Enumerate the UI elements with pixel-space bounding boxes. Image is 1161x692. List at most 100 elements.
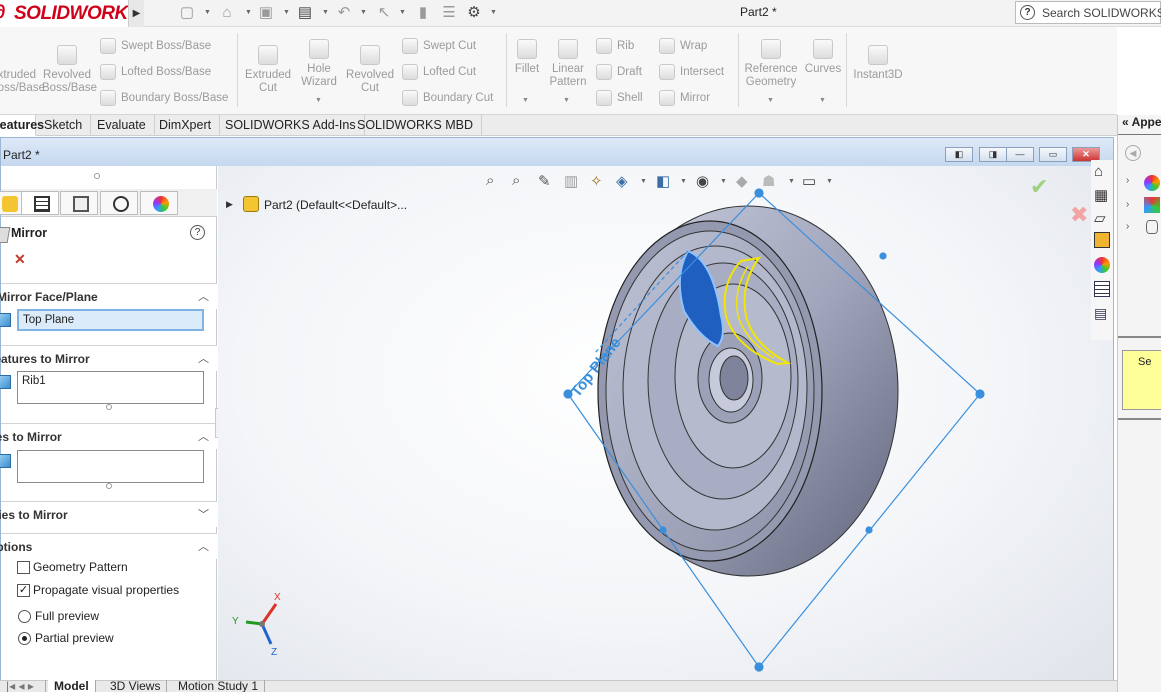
rib-button[interactable]: Rib xyxy=(596,38,634,54)
tile-right-icon[interactable]: ◨ xyxy=(979,147,1007,162)
view-palette-icon[interactable] xyxy=(1094,232,1110,248)
select-dropdown-icon[interactable]: ▼ xyxy=(399,9,406,16)
section-features-to-mirror[interactable]: Features to Mirror ︿ xyxy=(0,345,217,371)
shell-button[interactable]: Shell xyxy=(596,90,643,106)
wrap-button[interactable]: Wrap xyxy=(659,38,707,54)
hole-wizard-button[interactable]: Hole Wizard xyxy=(296,39,342,89)
section-faces-to-mirror[interactable]: Faces to Mirror ︿ xyxy=(0,423,217,449)
section-options[interactable]: Options ︿ xyxy=(0,533,217,559)
tab-evaluate[interactable]: Evaluate xyxy=(89,115,155,136)
search-help-input[interactable]: ? Search SOLIDWORKS Help xyxy=(1015,1,1161,24)
swept-boss-button[interactable]: Swept Boss/Base xyxy=(100,38,211,54)
home-icon[interactable]: ⌂ xyxy=(1094,163,1103,180)
collapse-chevron-icon[interactable]: ︿ xyxy=(198,350,209,366)
property-manager-tab[interactable] xyxy=(21,191,59,215)
select-icon[interactable]: ↖ xyxy=(375,4,393,22)
partial-preview-radio[interactable] xyxy=(18,632,31,645)
fillet-dropdown-icon[interactable]: ▼ xyxy=(522,97,529,104)
options-dropdown-icon[interactable]: ▼ xyxy=(490,9,497,16)
tab-sketch[interactable]: Sketch xyxy=(36,115,92,136)
geometry-pattern-checkbox[interactable] xyxy=(17,561,30,574)
mirror-plane-field[interactable]: Top Plane xyxy=(17,309,204,331)
rebuild-icon[interactable]: ▮ xyxy=(414,4,432,22)
boundary-cut-button[interactable]: Boundary Cut xyxy=(402,90,493,106)
options-gear-icon[interactable]: ⚙ xyxy=(465,4,483,22)
solidworks-logo[interactable]: ∂ SOLIDWORKS xyxy=(0,0,140,27)
model-canvas[interactable]: Top Plane X Y Z xyxy=(218,166,1113,691)
task-pane-header[interactable]: « Appearances xyxy=(1122,115,1161,129)
tab-scroll-arrows-icon[interactable]: |◂ ◂ ▸ xyxy=(0,680,46,692)
print-dropdown-icon[interactable]: ▼ xyxy=(322,9,329,16)
lofted-boss-button[interactable]: Lofted Boss/Base xyxy=(100,64,211,80)
revolved-boss-button[interactable]: Revolved Boss/Base xyxy=(42,45,97,95)
linear-pattern-dropdown-icon[interactable]: ▼ xyxy=(563,97,570,104)
reference-geometry-button[interactable]: Reference Geometry xyxy=(742,39,800,89)
swept-cut-button[interactable]: Swept Cut xyxy=(402,38,476,54)
hole-wizard-dropdown-icon[interactable]: ▼ xyxy=(315,97,322,104)
help-icon[interactable]: ? xyxy=(190,225,205,240)
expand-icon[interactable]: › xyxy=(1126,199,1129,210)
intersect-button[interactable]: Intersect xyxy=(659,64,724,80)
propagate-visual-checkbox[interactable]: ✓ xyxy=(17,584,30,597)
expand-icon[interactable]: › xyxy=(1126,175,1129,186)
tab-mbd[interactable]: SOLIDWORKS MBD xyxy=(349,115,482,136)
tab-model[interactable]: Model xyxy=(48,680,96,692)
file-explorer-icon[interactable]: ▱ xyxy=(1094,209,1106,227)
section-mirror-face-plane[interactable]: Mirror Face/Plane ︿ xyxy=(0,283,217,309)
tab-addins[interactable]: SOLIDWORKS Add-Ins xyxy=(217,115,365,136)
save-dropdown-icon[interactable]: ▼ xyxy=(283,9,290,16)
splitter-handle-icon[interactable] xyxy=(94,173,100,179)
lofted-cut-button[interactable]: Lofted Cut xyxy=(402,64,476,80)
new-document-icon[interactable]: ▢ xyxy=(178,4,196,22)
scenes-icon[interactable] xyxy=(1144,197,1160,213)
extruded-cut-button[interactable]: Extruded Cut xyxy=(242,45,294,95)
instant3d-button[interactable]: Instant3D xyxy=(850,45,906,82)
collapse-chevron-icon[interactable]: ︿ xyxy=(198,288,209,304)
file-properties-icon[interactable]: ☰ xyxy=(440,4,458,22)
revolved-cut-button[interactable]: Revolved Cut xyxy=(344,45,396,95)
resize-handle-icon[interactable] xyxy=(106,404,112,410)
wheel-part[interactable] xyxy=(597,205,899,577)
decals-icon[interactable] xyxy=(1146,220,1158,234)
cancel-x-icon[interactable]: ✕ xyxy=(14,251,26,268)
appearances-icon[interactable] xyxy=(1144,175,1160,191)
appearances-tab-icon[interactable] xyxy=(1094,257,1110,273)
full-preview-radio[interactable] xyxy=(18,610,31,623)
reference-geometry-dropdown-icon[interactable]: ▼ xyxy=(767,97,774,104)
custom-properties-icon[interactable] xyxy=(1094,281,1110,297)
dimxpert-manager-tab[interactable] xyxy=(100,191,138,215)
print-icon[interactable]: ▤ xyxy=(296,4,314,22)
back-icon[interactable]: ◀ xyxy=(1125,145,1141,161)
resize-handle-icon[interactable] xyxy=(106,483,112,489)
new-dropdown-icon[interactable]: ▼ xyxy=(204,9,211,16)
tab-dimxpert[interactable]: DimXpert xyxy=(151,115,221,136)
faces-to-mirror-list[interactable] xyxy=(17,450,204,483)
fillet-button[interactable]: Fillet xyxy=(510,39,544,76)
open-dropdown-icon[interactable]: ▼ xyxy=(245,9,252,16)
tab-3d-views[interactable]: 3D Views xyxy=(104,680,168,692)
extruded-boss-button[interactable]: Extruded Boss/Base xyxy=(0,45,45,95)
save-icon[interactable]: ▣ xyxy=(257,4,275,22)
tile-left-icon[interactable]: ◧ xyxy=(945,147,973,162)
curves-button[interactable]: Curves xyxy=(804,39,842,76)
design-library-icon[interactable]: ▦ xyxy=(1094,186,1108,204)
forum-icon[interactable]: ▤ xyxy=(1094,305,1107,322)
boundary-boss-button[interactable]: Boundary Boss/Base xyxy=(100,90,228,106)
open-icon[interactable]: ⌂ xyxy=(218,4,236,22)
curves-dropdown-icon[interactable]: ▼ xyxy=(819,97,826,104)
expand-icon[interactable]: › xyxy=(1126,221,1129,232)
graphics-area[interactable]: ▶ Part2 (Default<<Default>... ⌕ ⌕ ✎ ▥ ✧ … xyxy=(218,166,1113,691)
undo-dropdown-icon[interactable]: ▼ xyxy=(360,9,367,16)
menu-expand-arrow-icon[interactable]: ▶ xyxy=(128,0,144,27)
configuration-manager-tab[interactable] xyxy=(60,191,98,215)
expand-chevron-icon[interactable]: ﹀ xyxy=(198,506,209,522)
tab-features[interactable]: Features xyxy=(0,115,44,136)
features-to-mirror-list[interactable]: Rib1 xyxy=(17,371,204,404)
display-manager-tab[interactable] xyxy=(140,191,178,215)
list-item[interactable]: Rib1 xyxy=(22,375,46,387)
collapse-chevron-icon[interactable]: ︿ xyxy=(198,538,209,554)
linear-pattern-button[interactable]: Linear Pattern xyxy=(546,39,590,89)
mirror-button[interactable]: Mirror xyxy=(659,90,710,106)
restore-icon[interactable]: ▭ xyxy=(1039,147,1067,162)
collapse-chevron-icon[interactable]: ︿ xyxy=(198,428,209,444)
